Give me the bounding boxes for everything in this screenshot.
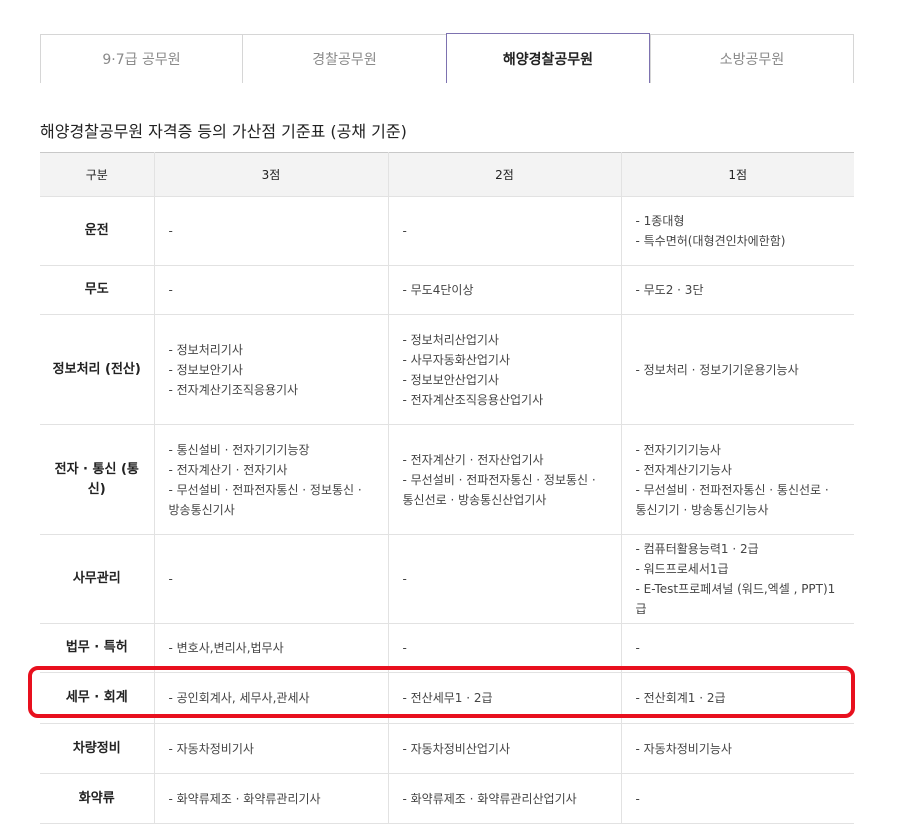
table-cell: - 자동차정비기사 (153, 723, 389, 774)
cell-item: - 화약류제조 · 화약류관리산업기사 (402, 791, 577, 806)
table-cell: - 통신설비 · 전자기기기능장 - 전자계산기 · 전자기사 - 무선설비 · 전… (153, 424, 389, 535)
cell-item: - (168, 224, 173, 238)
table-cell: - 전자계산기 · 전자산업기사 - 무선설비 · 전파전자통신 · 정보통신 ·… (387, 424, 622, 535)
cell-item: - 전자기기기능사 (635, 442, 721, 457)
cell-item: - 전자계산기 · 전자기사 (168, 462, 288, 477)
table-cell: - (620, 773, 854, 824)
cell-item: - 무도2 · 3단 (635, 283, 704, 297)
table-cell: - 공인회계사, 세무사,관세사 (153, 672, 389, 724)
cell-item: - (168, 283, 173, 297)
table-cell: - 자동차정비기능사 (620, 723, 854, 774)
row-category: 세무 · 회계 (40, 672, 155, 724)
table-cell: - 무도2 · 3단 (620, 265, 854, 315)
row-category: 차량정비 (40, 723, 155, 774)
cell-item: - 특수면허(대형견인차에한함) (635, 234, 786, 248)
table-cell: - (153, 196, 389, 266)
table-cell: - 정보처리산업기사 - 사무자동화산업기사 - 정보보안산업기사 - 전자계산조직응… (387, 314, 622, 425)
row-category: 사무관리 (40, 534, 155, 624)
cell-item: - 1종대형 (635, 214, 685, 228)
cell-item: - 정보처리산업기사 (402, 332, 499, 347)
cell-item: - 워드프로세서1급 (635, 562, 729, 576)
cell-item: - (635, 641, 640, 655)
cell-item: - 화약류제조 · 화약류관리기사 (168, 791, 321, 806)
row-category: 화약류 (40, 773, 155, 824)
cell-item: - 전자계산기조직응용기사 (168, 382, 299, 397)
cell-item: - 자동차정비기능사 (635, 741, 732, 756)
tab-firefighter[interactable]: 소방공무원 (650, 35, 854, 83)
table-row: 화약류 - 화약류제조 · 화약류관리기사 - 화약류제조 · 화약류관리산업기사 - (40, 773, 854, 824)
table-cell: - (387, 534, 622, 624)
table-row: 차량정비 - 자동차정비기사 - 자동차정비산업기사 - 자동차정비기능사 (40, 723, 854, 774)
table-cell: - 화약류제조 · 화약류관리기사 (153, 773, 389, 824)
table-cell: - 무도4단이상 (387, 265, 622, 315)
table-row: 사무관리 - - - 컴퓨터활용능력1 · 2급 - 워드프로세서1급 - E-Test프… (40, 534, 854, 624)
cell-item: - 전자계산기기능사 (635, 462, 732, 477)
cell-item: - (168, 572, 173, 586)
cell-item: - 정보처리기사 (168, 342, 243, 357)
table-cell: - (387, 196, 622, 266)
tab-police[interactable]: 경찰공무원 (242, 35, 446, 83)
cell-item: - 무선설비 · 전파전자통신 · 통신선로 · 통신기기 · 방송통신기능사 (635, 482, 829, 517)
table-cell: - 전산세무1 · 2급 (387, 672, 622, 724)
bonus-points-table: 구분 3점 2점 1점 운전 - - - 1종대형 - 특수면허(대형견인차에한함) 무도… (40, 152, 854, 824)
cell-item: - 전산회계1 · 2급 (635, 691, 726, 705)
row-category: 법무 · 특허 (40, 623, 155, 673)
table-row: 법무 · 특허 - 변호사,변리사,법무사 - - (40, 623, 854, 673)
header-3-points: 3점 (153, 152, 389, 197)
cell-item: - 정보보안산업기사 (402, 372, 499, 387)
table-row: 세무 · 회계 - 공인회계사, 세무사,관세사 - 전산세무1 · 2급 - 전산회… (40, 672, 854, 724)
table-cell: - 변호사,변리사,법무사 (153, 623, 389, 673)
tab-coast-guard[interactable]: 해양경찰공무원 (446, 33, 650, 83)
table-cell: - (153, 534, 389, 624)
table-cell: - 화약류제조 · 화약류관리산업기사 (387, 773, 622, 824)
cell-item: - 자동차정비산업기사 (402, 741, 511, 756)
cell-item: - 공인회계사, 세무사,관세사 (168, 691, 310, 705)
tab-grade-9-7[interactable]: 9·7급 공무원 (40, 35, 242, 83)
table-cell: - (153, 265, 389, 315)
cell-item: - 통신설비 · 전자기기기능장 (168, 442, 310, 457)
table-row: 운전 - - - 1종대형 - 특수면허(대형견인차에한함) (40, 196, 854, 266)
table-cell: - 1종대형 - 특수면허(대형견인차에한함) (620, 196, 854, 266)
table-cell: - 정보처리 · 정보기기운용기능사 (620, 314, 854, 425)
table-cell: - (620, 623, 854, 673)
cell-item: - 전자계산조직응용산업기사 (402, 392, 544, 407)
header-category: 구분 (40, 152, 155, 197)
cell-item: - 무선설비 · 전파전자통신 · 정보통신 · 통신선로 · 방송통신산업기사 (402, 472, 596, 507)
table-cell: - 전자기기기능사 - 전자계산기기능사 - 무선설비 · 전파전자통신 · 통신선… (620, 424, 854, 535)
cell-item: - 무도4단이상 (402, 283, 474, 297)
cell-item: - (635, 791, 640, 806)
row-category: 운전 (40, 196, 155, 266)
cell-item: - E-Test프로페셔널 (워드,엑셀 , PPT)1급 (635, 582, 836, 616)
table-cell: - 컴퓨터활용능력1 · 2급 - 워드프로세서1급 - E-Test프로페셔널 (… (620, 534, 854, 624)
table-row: 정보처리 (전산) - 정보처리기사 - 정보보안기사 - 전자계산기조직응용기사 - … (40, 314, 854, 425)
cell-item: - 정보보안기사 (168, 362, 243, 377)
cell-item: - 정보처리 · 정보기기운용기능사 (635, 362, 799, 377)
cell-item: - 무선설비 · 전파전자통신 · 정보통신 · 방송통신기사 (168, 482, 362, 517)
table-cell: - (387, 623, 622, 673)
cell-item: - (402, 572, 407, 586)
row-category: 전자 · 통신 (통신) (40, 424, 155, 535)
cell-item: - (402, 224, 407, 238)
header-1-point: 1점 (620, 152, 854, 197)
cell-item: - (402, 641, 407, 655)
cell-item: - 전자계산기 · 전자산업기사 (402, 452, 544, 467)
cell-item: - 변호사,변리사,법무사 (168, 641, 284, 655)
table-cell: - 자동차정비산업기사 (387, 723, 622, 774)
cell-item: - 자동차정비기사 (168, 741, 254, 756)
tab-bar: 9·7급 공무원 경찰공무원 해양경찰공무원 소방공무원 (40, 33, 854, 83)
table-cell: - 전산회계1 · 2급 (620, 672, 854, 724)
cell-item: - 컴퓨터활용능력1 · 2급 (635, 542, 759, 556)
cell-item: - 사무자동화산업기사 (402, 352, 511, 367)
header-2-points: 2점 (387, 152, 622, 197)
table-cell: - 정보처리기사 - 정보보안기사 - 전자계산기조직응용기사 (153, 314, 389, 425)
table-row: 전자 · 통신 (통신) - 통신설비 · 전자기기기능장 - 전자계산기 · 전자… (40, 424, 854, 535)
table-header-row: 구분 3점 2점 1점 (40, 152, 854, 197)
page-title: 해양경찰공무원 자격증 등의 가산점 기준표 (공채 기준) (40, 122, 407, 141)
cell-item: - 전산세무1 · 2급 (402, 691, 493, 705)
table-row: 무도 - - 무도4단이상 - 무도2 · 3단 (40, 265, 854, 315)
row-category: 무도 (40, 265, 155, 315)
row-category: 정보처리 (전산) (40, 314, 155, 425)
